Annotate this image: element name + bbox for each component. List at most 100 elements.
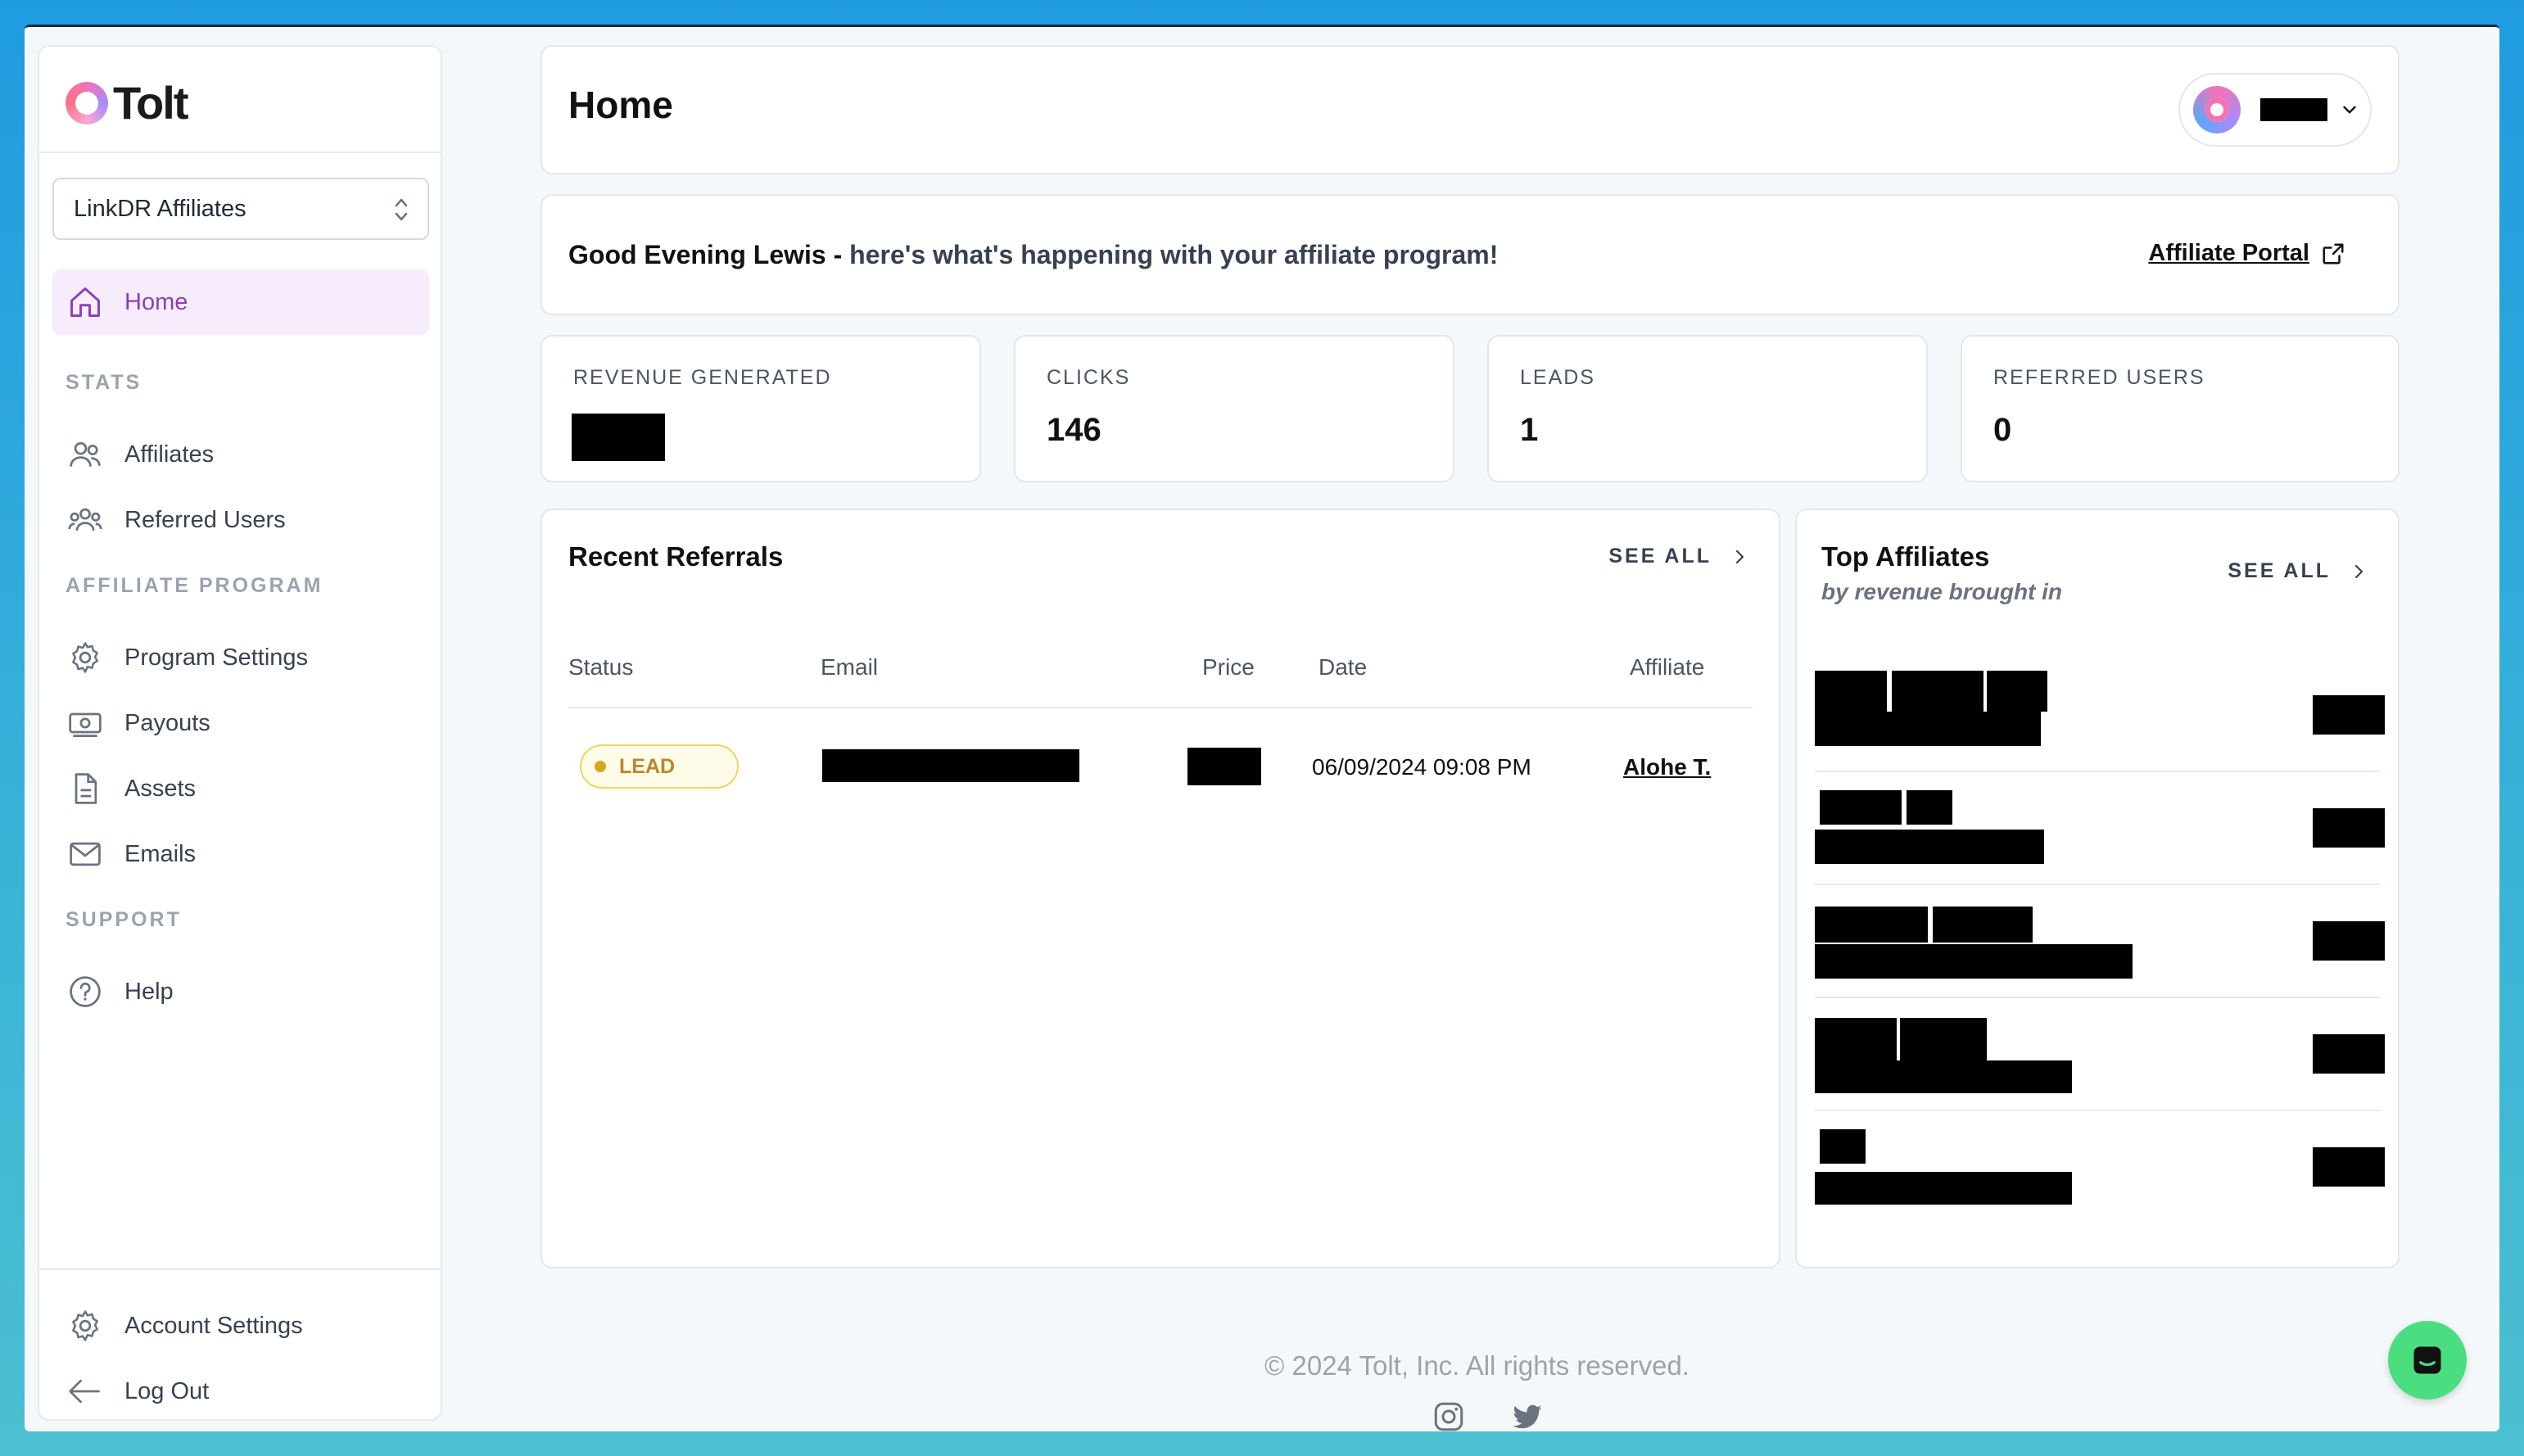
- sidebar-item-label: Emails: [124, 840, 197, 867]
- section-title: Top Affiliates: [1821, 541, 1990, 572]
- column-header-date: Date: [1319, 654, 1368, 680]
- stat-label: LEADS: [1520, 366, 1595, 389]
- section-label-support: SUPPORT: [66, 908, 182, 931]
- section-subtitle: by revenue brought in: [1821, 579, 2063, 604]
- sidebar-item-home[interactable]: Home: [52, 269, 429, 335]
- sidebar-item-label: Help: [124, 978, 174, 1005]
- divider: [1815, 997, 2380, 998]
- avatar: [2193, 86, 2241, 133]
- divider: [39, 151, 441, 153]
- redacted-name: [1900, 1018, 1987, 1060]
- redacted-name: [1815, 671, 1887, 712]
- mail-icon: [70, 842, 101, 866]
- sidebar-item-label: Log Out: [124, 1377, 210, 1404]
- redacted-name: [1907, 790, 1952, 825]
- see-all-referrals-button[interactable]: SEE ALL: [1608, 545, 1749, 568]
- stat-label: REVENUE GENERATED: [573, 366, 832, 389]
- top-affiliates-card: Top Affiliates by revenue brought in SEE…: [1795, 509, 2400, 1268]
- redacted-name: [1820, 1129, 1866, 1164]
- see-all-affiliates-button[interactable]: SEE ALL: [2228, 559, 2368, 583]
- greeting-card: Good Evening Lewis - here's what's happe…: [541, 194, 2400, 315]
- sidebar-item-log-out[interactable]: Log Out: [52, 1359, 429, 1424]
- page-title: Home: [568, 84, 673, 126]
- arrow-left-icon: [69, 1379, 100, 1404]
- stat-value: 1: [1520, 412, 1539, 448]
- redacted-name: [1815, 1018, 1897, 1060]
- sidebar-item-label: Affiliates: [124, 441, 215, 468]
- redacted-username: [2260, 98, 2327, 121]
- redacted-revenue: [2313, 1147, 2385, 1187]
- redacted-name: [1820, 790, 1902, 825]
- redacted-name: [1815, 907, 1928, 943]
- status-badge: LEAD: [580, 744, 739, 789]
- affiliate-portal-label: Affiliate Portal: [2148, 240, 2309, 266]
- status-dot: [595, 761, 606, 772]
- sidebar-item-affiliates[interactable]: Affiliates: [52, 422, 429, 487]
- user-menu-button[interactable]: [2178, 73, 2372, 147]
- section-label-stats: STATS: [66, 371, 142, 394]
- column-header-affiliate: Affiliate: [1630, 654, 1705, 680]
- redacted-price: [1187, 748, 1261, 785]
- users-icon: [70, 441, 101, 467]
- sidebar-item-payouts[interactable]: Payouts: [52, 690, 429, 756]
- see-all-label: SEE ALL: [1608, 545, 1712, 567]
- instagram-icon[interactable]: [1432, 1399, 1466, 1431]
- sidebar-item-help[interactable]: Help: [52, 959, 429, 1024]
- sidebar-item-emails[interactable]: Emails: [52, 821, 429, 887]
- user-group-icon: [68, 508, 102, 531]
- brand-name: Tolt: [113, 77, 188, 129]
- sidebar-item-label: Payouts: [124, 709, 210, 736]
- redacted-revenue: [2313, 921, 2385, 961]
- sidebar-item-label: Account Settings: [124, 1312, 303, 1339]
- app-window: Tolt LinkDR Affiliates Home STATS Affili…: [25, 25, 2499, 1431]
- cash-icon: [69, 712, 102, 737]
- redacted-email: [1815, 1172, 2072, 1205]
- tolt-logo-icon: [66, 81, 108, 124]
- redacted-name: [1933, 907, 2033, 943]
- status-badge-label: LEAD: [619, 754, 676, 778]
- affiliate-portal-link[interactable]: Affiliate Portal: [2148, 240, 2345, 267]
- sidebar-item-label: Assets: [124, 775, 197, 802]
- footer-copyright: © 2024 Tolt, Inc. All rights reserved.: [1264, 1350, 1689, 1381]
- twitter-icon[interactable]: [1510, 1399, 1545, 1431]
- redacted-revenue: [2313, 1034, 2385, 1074]
- sidebar-item-referred-users[interactable]: Referred Users: [52, 487, 429, 553]
- divider: [1815, 1110, 2380, 1111]
- referral-date: 06/09/2024 09:08 PM: [1312, 754, 1531, 780]
- redacted-email: [1815, 830, 2044, 864]
- see-all-label: SEE ALL: [2228, 559, 2331, 582]
- chevron-up-down-icon: [395, 198, 408, 221]
- sidebar-item-program-settings[interactable]: Program Settings: [52, 625, 429, 690]
- stat-card-referred-users: REFERRED USERS 0: [1961, 335, 2400, 482]
- column-header-price: Price: [1202, 654, 1255, 680]
- divider: [1815, 771, 2380, 772]
- section-label-affiliate-program: AFFILIATE PROGRAM: [66, 574, 323, 597]
- redacted-email: [1815, 712, 2041, 746]
- chevron-down-icon: [2343, 106, 2356, 114]
- chat-icon: [2413, 1346, 2441, 1374]
- gear-icon: [72, 1310, 98, 1341]
- stat-label: REFERRED USERS: [1993, 366, 2205, 389]
- greeting-name: Good Evening Lewis -: [568, 240, 850, 269]
- document-icon: [75, 773, 97, 804]
- stat-label: CLICKS: [1047, 366, 1131, 389]
- stat-value: 0: [1993, 412, 2012, 448]
- column-header-status: Status: [568, 654, 634, 680]
- redacted-email: [1815, 1060, 2072, 1093]
- tolt-logo[interactable]: Tolt: [66, 76, 188, 129]
- divider: [39, 1268, 441, 1270]
- sidebar-item-label: Home: [124, 288, 188, 315]
- sidebar: Tolt LinkDR Affiliates Home STATS Affili…: [38, 45, 442, 1421]
- chevron-right-icon: [1735, 549, 1744, 563]
- affiliate-link[interactable]: Alohe T.: [1623, 754, 1711, 780]
- sidebar-item-assets[interactable]: Assets: [52, 756, 429, 821]
- divider: [568, 707, 1753, 708]
- program-select[interactable]: LinkDR Affiliates: [52, 178, 429, 240]
- sidebar-item-label: Program Settings: [124, 644, 309, 671]
- question-circle-icon: [70, 976, 101, 1007]
- chat-widget-button[interactable]: [2388, 1321, 2467, 1399]
- redacted-revenue: [572, 414, 665, 461]
- program-select-value: LinkDR Affiliates: [74, 195, 247, 222]
- sidebar-item-account-settings[interactable]: Account Settings: [52, 1293, 429, 1359]
- redacted-name: [1892, 671, 1983, 712]
